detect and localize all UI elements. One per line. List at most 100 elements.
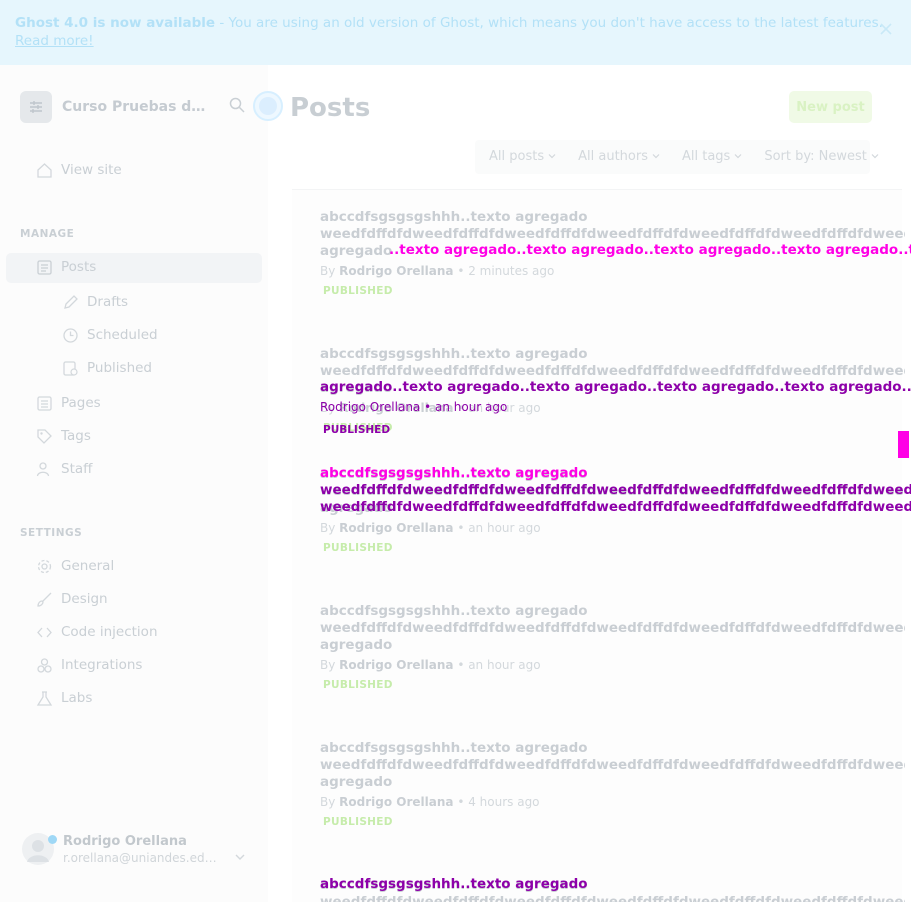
pages-icon — [36, 395, 53, 412]
gear-icon — [36, 558, 53, 575]
post-author: Rodrigo Orellana — [339, 658, 454, 672]
glitch-overlay-status: PUBLISHED — [323, 424, 391, 436]
site-name: Curso Pruebas de Software — [62, 99, 212, 115]
clock-icon — [62, 327, 79, 344]
post-title-line2: weedfdffdfdweedfdffdfdweedfdffdfdweedfdf… — [320, 757, 905, 773]
nav-drafts[interactable]: Drafts — [62, 290, 128, 314]
post-author: Rodrigo Orellana — [339, 795, 454, 809]
list-item[interactable]: abccdfsgsgsgshhh..texto agregado weedfdf… — [320, 740, 905, 828]
settings-section-title: SETTINGS — [20, 527, 83, 539]
nav-tags[interactable]: Tags — [36, 424, 91, 448]
post-time: • an hour ago — [453, 658, 541, 672]
page-title: Posts — [290, 93, 371, 123]
glitch-overlay-text: weedfdffdfdweedfdffdfdweedfdffdfdweedfdf… — [320, 482, 911, 498]
post-title-line3: agregado — [320, 774, 393, 790]
post-time: • 4 hours ago — [453, 795, 540, 809]
glitch-overlay-text: agregado..texto agregado..texto agregado… — [320, 379, 911, 395]
nav-drafts-label: Drafts — [87, 294, 129, 310]
nav-design-label: Design — [61, 591, 108, 607]
post-title: abccdfsgsgsgshhh..texto agregado — [320, 740, 588, 756]
nav-labs[interactable]: Labs — [36, 686, 92, 710]
nav-code-injection-label: Code injection — [61, 624, 158, 640]
nav-posts[interactable]: Posts — [36, 255, 96, 279]
brush-icon — [36, 591, 53, 608]
banner-message: - You are using an old version of Ghost,… — [215, 15, 883, 31]
nav-view-site[interactable]: View site — [36, 158, 122, 182]
sort-select[interactable]: Sort by: Newest — [764, 149, 879, 164]
scrollbar-thumb[interactable] — [898, 431, 909, 458]
banner-read-more-link[interactable]: Read more! — [15, 33, 94, 49]
post-title-line2: weedfdffdfdweedfdffdfdweedfdffdfdweedfdf… — [320, 363, 905, 379]
search-icon[interactable] — [229, 97, 245, 113]
post-title: abccdfsgsgsgshhh..texto agregado — [320, 346, 588, 362]
filter-authors-select[interactable]: All authors — [578, 149, 660, 164]
user-menu[interactable]: Rodrigo Orellana r.orellana@uniandes.edu… — [22, 833, 223, 865]
nav-pages-label: Pages — [61, 395, 101, 411]
post-meta: By Rodrigo Orellana • an hour ago — [320, 658, 541, 672]
user-email: r.orellana@uniandes.edu.co — [63, 850, 223, 865]
site-brand[interactable]: Curso Pruebas de Software — [20, 91, 212, 123]
filter-tags-select[interactable]: All tags — [682, 149, 742, 164]
nav-integrations[interactable]: Integrations — [36, 653, 142, 677]
banner-headline: Ghost 4.0 is now available — [15, 15, 216, 31]
nav-pages[interactable]: Pages — [36, 391, 101, 415]
post-meta: By Rodrigo Orellana • 2 minutes ago — [320, 264, 555, 278]
filter-authors-label: All authors — [578, 148, 648, 164]
scrollbar[interactable] — [899, 84, 909, 894]
upgrade-banner: Ghost 4.0 is now available - You are usi… — [0, 0, 911, 65]
status-badge: PUBLISHED — [323, 679, 393, 691]
filter-type-select[interactable]: All posts — [489, 149, 556, 164]
avatar — [22, 833, 57, 865]
post-title-line2: weedfdffdfdweedfdffdfdweedfdffdfdweedfdf… — [320, 620, 905, 636]
nav-labs-label: Labs — [61, 690, 93, 706]
nav-tags-label: Tags — [61, 428, 91, 444]
list-item[interactable]: abccdfsgsgsgshhh..texto agregado weedfdf… — [320, 603, 905, 691]
glitch-overlay-text: weedfdffdfdweedfdffdfdweedfdffdfdweedfdf… — [320, 499, 911, 515]
nav-published[interactable]: Published — [62, 356, 152, 380]
new-post-button[interactable]: New post — [789, 91, 872, 123]
post-title: abccdfsgsgsgshhh..texto agregado — [320, 603, 588, 619]
staff-icon — [36, 461, 53, 478]
nav-staff-label: Staff — [61, 461, 93, 477]
glitch-overlay-text: abccdfsgsgsgshhh..texto agregado — [320, 465, 588, 481]
post-title-line2: weedfdffdfdweedfdffdfdweedfdffdfdweedfdf… — [320, 894, 905, 902]
close-icon[interactable] — [879, 22, 893, 36]
glitch-overlay-text: ..texto agregado..texto agregado..texto … — [389, 242, 911, 258]
status-badge: PUBLISHED — [323, 285, 393, 297]
nav-scheduled[interactable]: Scheduled — [62, 323, 158, 347]
sort-label: Sort by: Newest — [764, 148, 867, 164]
home-icon — [36, 162, 53, 179]
nav-posts-label: Posts — [61, 259, 97, 275]
published-icon — [62, 360, 79, 377]
nav-design[interactable]: Design — [36, 587, 108, 611]
nav-general[interactable]: General — [36, 554, 114, 578]
post-meta: By Rodrigo Orellana • an hour ago — [320, 521, 541, 535]
nav-published-label: Published — [87, 360, 152, 376]
chevron-down-icon[interactable] — [234, 851, 246, 863]
code-icon — [36, 624, 53, 641]
loading-spinner — [253, 91, 283, 121]
post-title-line2: weedfdffdfdweedfdffdfdweedfdffdfdweedfdf… — [320, 226, 905, 242]
post-meta: By Rodrigo Orellana • 4 hours ago — [320, 795, 540, 809]
post-author: Rodrigo Orellana — [339, 264, 454, 278]
posts-icon — [36, 259, 53, 276]
glitch-overlay-text: abccdfsgsgsgshhh..texto agregado — [320, 876, 588, 892]
chevron-down-icon — [734, 154, 742, 159]
user-name: Rodrigo Orellana — [63, 833, 187, 849]
nav-staff[interactable]: Staff — [36, 457, 92, 481]
integrations-icon — [36, 657, 53, 674]
nav-integrations-label: Integrations — [61, 657, 143, 673]
nav-code-injection[interactable]: Code injection — [36, 620, 158, 644]
chevron-down-icon — [548, 154, 556, 159]
glitch-overlay-meta: Rodrigo Orellana • an hour ago — [320, 400, 508, 414]
status-badge: PUBLISHED — [323, 422, 393, 434]
chevron-down-icon — [652, 154, 660, 159]
post-time: • an hour ago — [453, 521, 541, 535]
post-author: Rodrigo Orellana — [339, 521, 454, 535]
status-badge: PUBLISHED — [323, 816, 393, 828]
nav-view-site-label: View site — [61, 162, 122, 178]
online-status-dot — [48, 835, 57, 844]
nav-general-label: General — [61, 558, 115, 574]
pencil-icon — [62, 294, 79, 311]
filter-tags-label: All tags — [681, 148, 731, 164]
